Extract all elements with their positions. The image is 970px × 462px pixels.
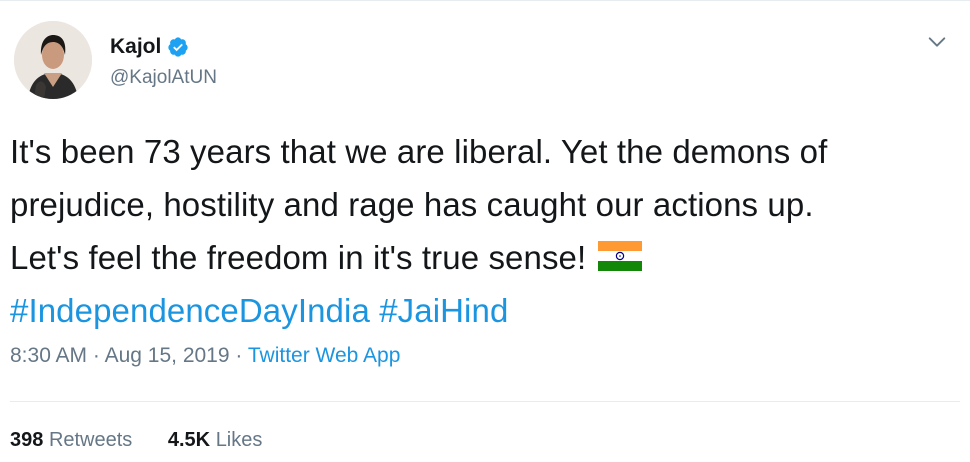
tweet-time[interactable]: 8:30 AM — [10, 344, 87, 367]
tweet-meta: 8:30 AM · Aug 15, 2019 · Twitter Web App — [10, 344, 400, 368]
likes-label: Likes — [215, 429, 263, 451]
tweet-header: Kajol @KajolAtUN — [14, 21, 954, 107]
india-flag-icon — [598, 241, 643, 272]
retweets-label: Retweets — [48, 429, 133, 451]
tweet-text-line: prejudice, hostility and rage has caught… — [10, 186, 814, 223]
tweet-stats: 398 Retweets 4.5K Likes — [10, 429, 262, 452]
author-handle[interactable]: @KajolAtUN — [110, 67, 217, 89]
meta-separator: · — [92, 344, 100, 367]
tweet-text-line: Let's feel the freedom in it's true sens… — [10, 231, 960, 284]
avatar[interactable] — [14, 21, 92, 99]
tweet-source-link[interactable]: Twitter Web App — [248, 344, 401, 367]
hashtag-link[interactable]: #IndependenceDayIndia — [10, 292, 370, 329]
hashtag-line: #IndependenceDayIndia #JaiHind — [10, 284, 960, 337]
likes-stat[interactable]: 4.5K Likes — [168, 429, 263, 452]
retweets-count: 398 — [10, 429, 44, 451]
chevron-down-icon[interactable] — [926, 31, 948, 53]
verified-badge-icon — [168, 37, 188, 57]
display-name[interactable]: Kajol — [110, 35, 161, 59]
tweet-card: Kajol @KajolAtUN It's been 73 years that… — [0, 0, 970, 462]
author-names: Kajol @KajolAtUN — [110, 33, 217, 89]
retweets-stat[interactable]: 398 Retweets — [10, 429, 132, 452]
tweet-text: It's been 73 years that we are liberal. … — [10, 125, 960, 337]
tweet-text-line-content: Let's feel the freedom in it's true sens… — [10, 239, 587, 276]
divider — [10, 401, 960, 402]
meta-separator: · — [235, 344, 243, 367]
tweet-date[interactable]: Aug 15, 2019 — [105, 344, 230, 367]
display-name-row: Kajol — [110, 33, 217, 61]
tweet-text-line: It's been 73 years that we are liberal. … — [10, 133, 828, 170]
hashtag-link[interactable]: #JaiHind — [379, 292, 508, 329]
likes-count: 4.5K — [167, 429, 211, 451]
avatar-portrait-icon — [14, 21, 92, 99]
